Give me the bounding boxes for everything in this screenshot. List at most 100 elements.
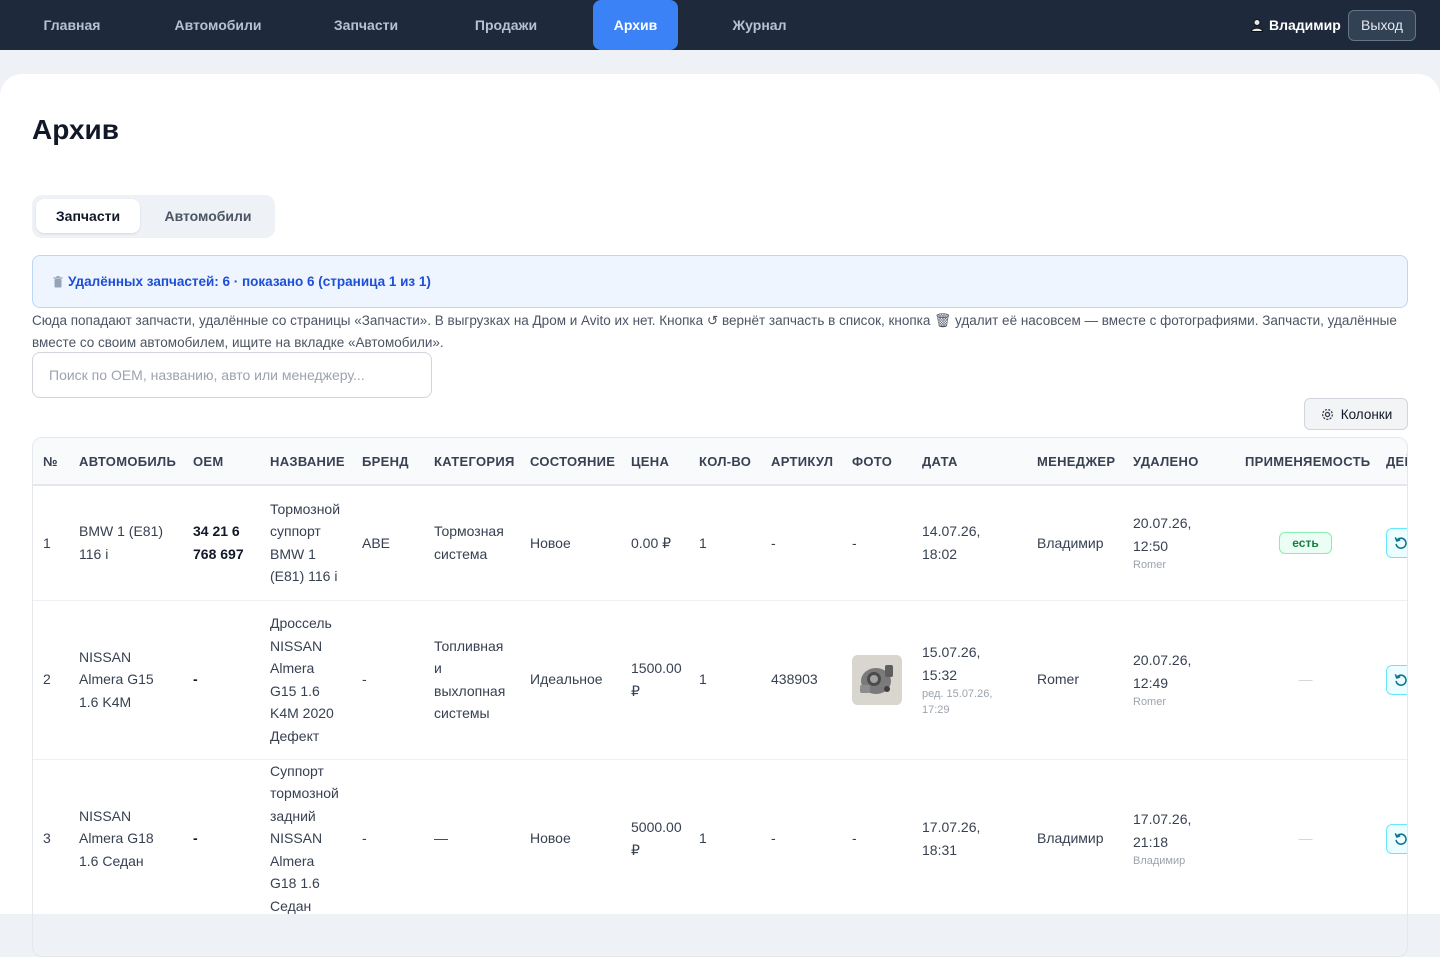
- cell-actions: [1376, 485, 1407, 601]
- date-value: 15.07.26, 15:32: [922, 644, 981, 683]
- restore-icon: [1394, 536, 1407, 549]
- cell-brand: -: [352, 600, 424, 760]
- cell-condition: Идеальное: [520, 600, 621, 760]
- cell-deleted: 17.07.26, 21:18 Владимир: [1123, 759, 1235, 919]
- tab-parts[interactable]: Запчасти: [36, 199, 140, 233]
- cell-num: 2: [33, 600, 69, 760]
- tab-cars[interactable]: Автомобили: [144, 199, 272, 233]
- restore-button[interactable]: [1386, 664, 1407, 695]
- cell-condition: Новое: [520, 485, 621, 601]
- user-icon: [1250, 19, 1264, 32]
- cell-actions: [1376, 600, 1407, 760]
- info-text: Удалённых запчастей: 6 · показано 6 (стр…: [68, 274, 431, 289]
- cell-oem: -: [183, 600, 260, 760]
- restore-button[interactable]: [1386, 823, 1407, 854]
- deleted-by: Romer: [1133, 559, 1167, 572]
- cell-name: Суппорт тормозной задний NISSAN Almera G…: [260, 759, 352, 919]
- columns-button-label: Колонки: [1340, 406, 1393, 422]
- cell-applicability: —: [1235, 759, 1376, 919]
- gear-icon: [1321, 408, 1333, 420]
- col-header-num[interactable]: №: [33, 438, 69, 486]
- col-header-qty[interactable]: КОЛ-ВО: [689, 438, 761, 486]
- col-header-deleted[interactable]: УДАЛЕНО: [1123, 438, 1235, 486]
- deleted-date: 20.07.26, 12:50: [1133, 515, 1192, 554]
- cell-manager: Romer: [1027, 600, 1123, 760]
- cell-price: 5000.00 ₽: [621, 759, 689, 919]
- cell-date: 17.07.26, 18:31: [912, 759, 1027, 919]
- cell-car: NISSAN Almera G15 1.6 K4M: [69, 600, 183, 760]
- cell-deleted: 20.07.26, 12:49 Romer: [1123, 600, 1235, 760]
- table-row: 2 NISSAN Almera G15 1.6 K4M - Дроссель N…: [33, 600, 1407, 760]
- columns-button[interactable]: Колонки: [1304, 398, 1408, 430]
- col-header-article[interactable]: АРТИКУЛ: [761, 438, 842, 486]
- cell-qty: 1: [689, 759, 761, 919]
- nav-home[interactable]: Главная: [22, 0, 122, 50]
- table-row: 3 NISSAN Almera G18 1.6 Седан - Суппорт …: [33, 759, 1407, 919]
- cell-name: Дроссель NISSAN Almera G15 1.6 K4M 2020 …: [260, 600, 352, 760]
- col-header-oem[interactable]: OEM: [183, 438, 260, 486]
- part-photo-thumbnail[interactable]: [852, 654, 902, 705]
- nav-cars[interactable]: Автомобили: [158, 0, 278, 50]
- col-header-condition[interactable]: СОСТОЯНИЕ: [520, 438, 621, 486]
- cell-deleted: 20.07.26, 12:50 Romer: [1123, 485, 1235, 601]
- date-value: 17.07.26, 18:31: [922, 819, 981, 858]
- cell-qty: 1: [689, 600, 761, 760]
- search-input[interactable]: [32, 352, 432, 398]
- main-card: Архив Запчасти Автомобили Удалённых запч…: [0, 74, 1440, 957]
- nav-parts[interactable]: Запчасти: [316, 0, 416, 50]
- col-header-manager[interactable]: МЕНЕДЖЕР: [1027, 438, 1123, 486]
- cell-category: —: [424, 759, 520, 919]
- col-header-brand[interactable]: БРЕНД: [352, 438, 424, 486]
- col-header-category[interactable]: КАТЕГОРИЯ: [424, 438, 520, 486]
- logout-button[interactable]: Выход: [1348, 10, 1416, 41]
- cell-qty: 1: [689, 485, 761, 601]
- cell-oem: -: [183, 759, 260, 919]
- cell-category: Тормозная система: [424, 485, 520, 601]
- cell-brand: -: [352, 759, 424, 919]
- cell-date: 14.07.26, 18:02: [912, 485, 1027, 601]
- archive-description: Сюда попадают запчасти, удалённые со стр…: [32, 313, 1397, 350]
- col-header-price[interactable]: ЦЕНА: [621, 438, 689, 486]
- col-header-actions: ДЕЙСТВИЯ: [1376, 438, 1407, 486]
- cell-price: 0.00 ₽: [621, 485, 689, 601]
- col-header-name[interactable]: НАЗВАНИЕ: [260, 438, 352, 486]
- cell-oem: 34 21 6 768 697: [183, 485, 260, 601]
- archive-tabs: Запчасти Автомобили: [32, 195, 275, 238]
- cell-applicability: —: [1235, 600, 1376, 760]
- cell-num: 1: [33, 485, 69, 601]
- page-title: Архив: [32, 114, 119, 145]
- col-header-photo: ФОТО: [842, 438, 912, 486]
- date-edited: ред. 15.07.26, 17:29: [922, 688, 993, 716]
- nav-sales[interactable]: Продажи: [456, 0, 556, 50]
- nav-journal[interactable]: Журнал: [712, 0, 807, 50]
- nav-archive[interactable]: Архив: [593, 0, 678, 50]
- deleted-by: Владимир: [1133, 855, 1186, 867]
- cell-article: -: [761, 485, 842, 601]
- cell-car: BMW 1 (E81) 116 i: [69, 485, 183, 601]
- cell-condition: Новое: [520, 759, 621, 919]
- cell-photo: -: [842, 759, 912, 919]
- col-header-date[interactable]: ДАТА: [912, 438, 1027, 486]
- cell-manager: Владимир: [1027, 485, 1123, 601]
- restore-icon: [1394, 673, 1407, 686]
- cell-name: Тормозной суппорт BMW 1 (E81) 116 i: [260, 485, 352, 601]
- user-name: Владимир: [1269, 17, 1341, 33]
- cell-price: 1500.00 ₽: [621, 600, 689, 760]
- applicability-badge[interactable]: есть: [1279, 532, 1332, 555]
- current-user: Владимир: [1250, 0, 1341, 50]
- restore-icon: [1394, 832, 1407, 845]
- cell-manager: Владимир: [1027, 759, 1123, 919]
- col-header-car[interactable]: АВТОМОБИЛЬ: [69, 438, 183, 486]
- throttle-photo-graphic: [852, 654, 902, 705]
- cell-article: -: [761, 759, 842, 919]
- table-header-row: № АВТОМОБИЛЬ OEM НАЗВАНИЕ БРЕНД КАТЕГОРИ…: [33, 438, 1407, 486]
- deleted-date: 20.07.26, 12:49: [1133, 652, 1192, 691]
- cell-car: NISSAN Almera G18 1.6 Седан: [69, 759, 183, 919]
- deleted-by: Romer: [1133, 696, 1167, 708]
- cell-brand: ABE: [352, 485, 424, 601]
- cell-photo: -: [842, 485, 912, 601]
- info-banner: Удалённых запчастей: 6 · показано 6 (стр…: [32, 255, 1408, 308]
- cell-actions: [1376, 759, 1407, 919]
- restore-button[interactable]: [1386, 527, 1407, 558]
- date-value: 14.07.26, 18:02: [922, 523, 981, 562]
